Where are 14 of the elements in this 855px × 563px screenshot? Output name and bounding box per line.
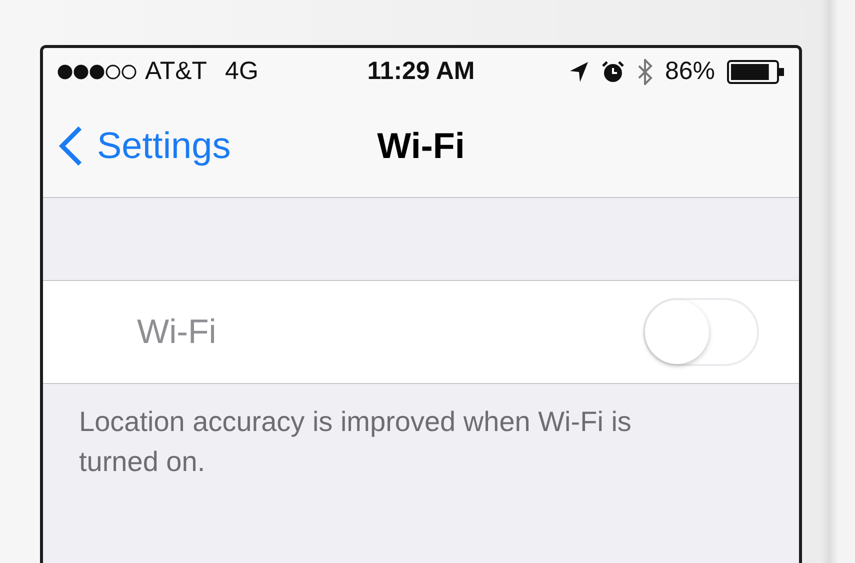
location-arrow-icon [568,60,589,82]
carrier-name: AT&T [145,57,208,86]
footer-note: Location accuracy is improved when Wi-Fi is turned on. [79,405,632,479]
alarm-clock-icon [600,60,625,84]
bluetooth-icon [636,58,653,84]
row-label: Wi-Fi [137,312,218,352]
battery-percent: 86% [664,57,715,86]
back-link[interactable]: Settings [59,125,378,167]
battery-icon [727,60,785,84]
chevron-left-icon [59,126,83,166]
signal-icon [57,64,137,80]
network-type: 4G [225,57,258,86]
clock-time: 11:29 AM [367,57,475,86]
page-title: Wi-Fi [377,125,465,167]
